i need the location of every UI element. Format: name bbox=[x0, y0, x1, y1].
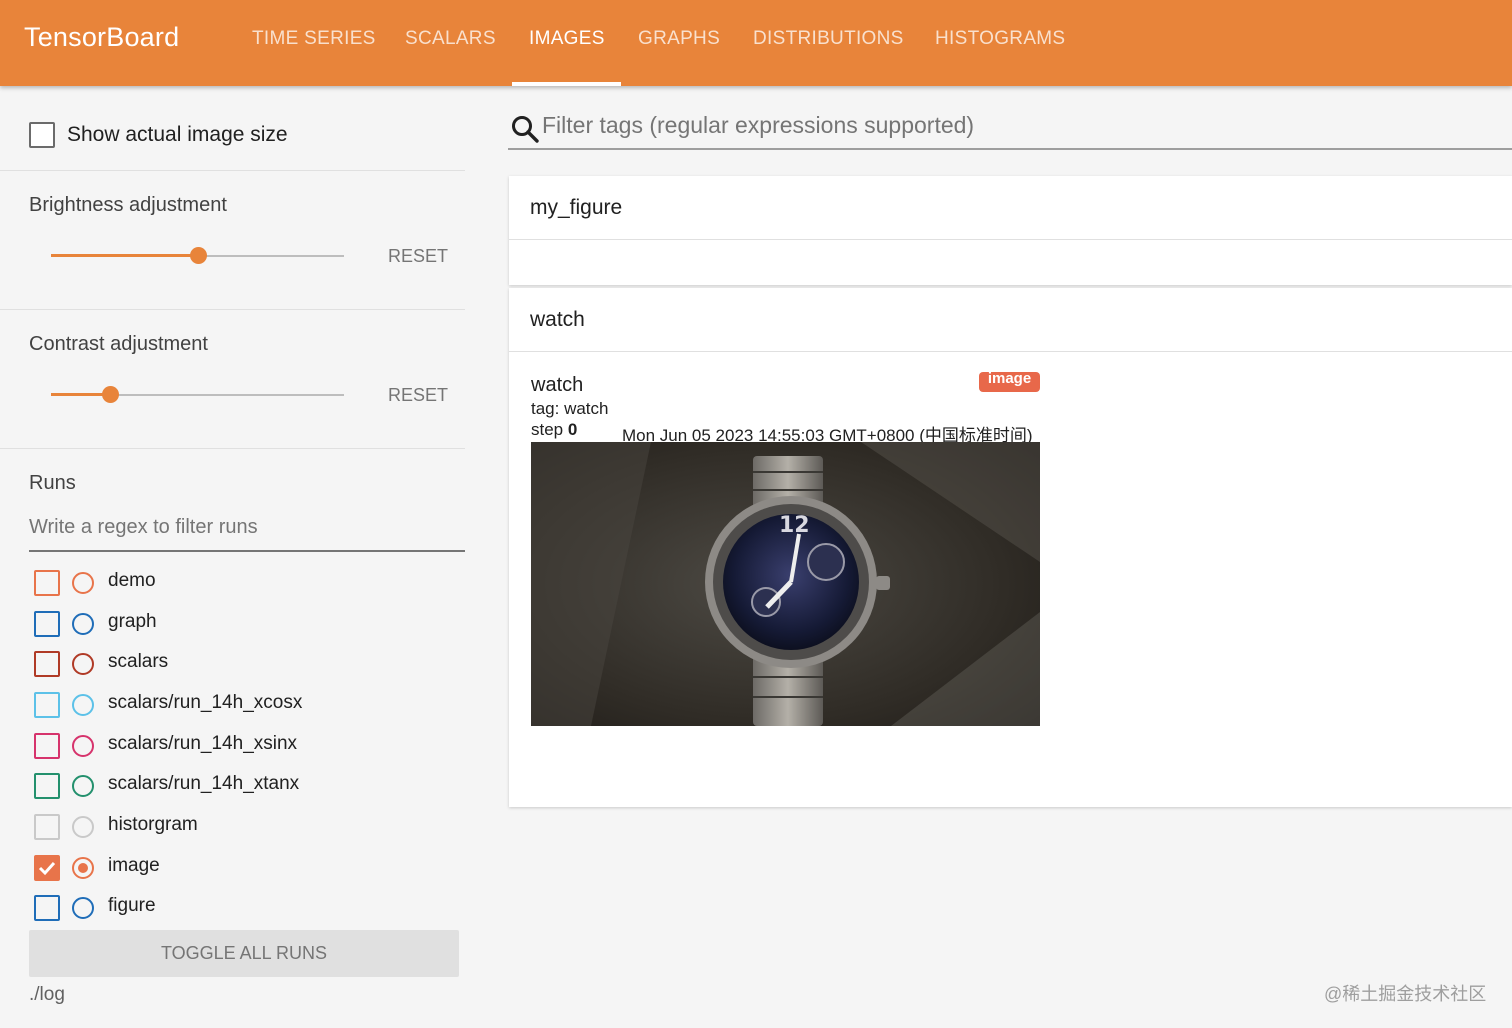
run-name: scalars/run_14h_xcosx bbox=[108, 692, 303, 713]
checkmark-icon bbox=[38, 861, 56, 876]
run-item-xcosx[interactable]: scalars/run_14h_xcosx bbox=[34, 690, 454, 720]
run-name: graph bbox=[108, 611, 157, 632]
svg-text:12: 12 bbox=[779, 513, 810, 538]
watch-image: 12 bbox=[531, 442, 1040, 726]
card-header[interactable]: my_figure bbox=[509, 176, 1512, 240]
run-item-figure[interactable]: figure bbox=[34, 893, 454, 923]
brightness-reset-button[interactable]: RESET bbox=[388, 246, 448, 267]
contrast-reset-button[interactable]: RESET bbox=[388, 385, 448, 406]
tab-time-series[interactable]: TIME SERIES bbox=[252, 0, 376, 86]
run-name: scalars bbox=[108, 651, 169, 672]
divider bbox=[0, 309, 465, 310]
run-color-circle-icon[interactable] bbox=[72, 816, 94, 838]
divider bbox=[0, 448, 465, 449]
search-icon bbox=[512, 116, 539, 143]
run-checkbox[interactable] bbox=[34, 733, 60, 759]
run-checkbox[interactable] bbox=[34, 895, 60, 921]
run-color-circle-icon[interactable] bbox=[72, 694, 94, 716]
contrast-title: Contrast adjustment bbox=[29, 333, 208, 355]
run-checkbox[interactable] bbox=[34, 692, 60, 718]
run-checkbox[interactable] bbox=[34, 611, 60, 637]
run-color-circle-icon[interactable] bbox=[72, 613, 94, 635]
run-color-circle-icon[interactable] bbox=[72, 653, 94, 675]
brightness-title: Brightness adjustment bbox=[29, 194, 227, 216]
runs-filter[interactable] bbox=[29, 516, 465, 552]
tab-scalars[interactable]: SCALARS bbox=[405, 0, 496, 86]
app-title[interactable]: TensorBoard bbox=[24, 22, 179, 53]
show-actual-size-checkbox[interactable] bbox=[29, 122, 55, 148]
run-checkbox[interactable] bbox=[34, 570, 60, 596]
run-item-xsinx[interactable]: scalars/run_14h_xsinx bbox=[34, 731, 454, 761]
image-title: watch bbox=[531, 374, 584, 396]
step-label: step bbox=[531, 420, 564, 439]
run-checkbox-checked[interactable] bbox=[34, 855, 60, 881]
tab-distributions[interactable]: DISTRIBUTIONS bbox=[753, 0, 904, 86]
run-checkbox[interactable] bbox=[34, 814, 60, 840]
watch-photo[interactable]: 12 bbox=[531, 442, 1040, 726]
card-header[interactable]: watch bbox=[509, 288, 1512, 352]
run-name: historgram bbox=[108, 814, 198, 835]
run-name: scalars/run_14h_xtanx bbox=[108, 773, 300, 794]
run-item-demo[interactable]: demo bbox=[34, 568, 454, 598]
watermark: @稀土掘金技术社区 bbox=[1324, 984, 1487, 1004]
divider bbox=[0, 170, 465, 171]
runs-filter-input[interactable] bbox=[29, 516, 465, 539]
image-step: step 0 bbox=[531, 420, 577, 440]
run-item-scalars[interactable]: scalars bbox=[34, 649, 454, 679]
show-actual-size-label[interactable]: Show actual image size bbox=[67, 123, 288, 147]
run-color-circle-icon[interactable] bbox=[72, 735, 94, 757]
log-directory: ./log bbox=[29, 984, 65, 1005]
run-checkbox[interactable] bbox=[34, 773, 60, 799]
run-item-graph[interactable]: graph bbox=[34, 609, 454, 639]
image-tag: tag: watch bbox=[531, 399, 609, 418]
toggle-all-runs-button[interactable]: TOGGLE ALL RUNS bbox=[29, 930, 459, 977]
run-name: scalars/run_14h_xsinx bbox=[108, 733, 298, 754]
run-name: figure bbox=[108, 895, 156, 916]
card-title: watch bbox=[530, 308, 585, 331]
image-panel: watch image tag: watch step 0 Mon Jun 05… bbox=[509, 352, 1512, 807]
tag-card-my-figure: my_figure bbox=[509, 176, 1512, 285]
step-value: 0 bbox=[567, 420, 578, 439]
run-item-image[interactable]: image bbox=[34, 853, 454, 883]
brightness-slider-thumb[interactable] bbox=[190, 247, 207, 264]
tab-graphs[interactable]: GRAPHS bbox=[638, 0, 720, 86]
run-name: image bbox=[108, 855, 160, 876]
run-name: demo bbox=[108, 570, 156, 591]
active-tab-indicator bbox=[512, 82, 621, 86]
run-color-circle-icon[interactable] bbox=[72, 775, 94, 797]
top-app-bar: TensorBoard TIME SERIES SCALARS IMAGES G… bbox=[0, 0, 1512, 86]
run-color-circle-icon[interactable] bbox=[72, 857, 94, 879]
run-chip: image bbox=[979, 372, 1040, 392]
contrast-slider-thumb[interactable] bbox=[102, 386, 119, 403]
tag-filter[interactable] bbox=[508, 108, 1512, 150]
run-item-historgram[interactable]: historgram bbox=[34, 812, 454, 842]
run-checkbox[interactable] bbox=[34, 651, 60, 677]
run-color-circle-icon[interactable] bbox=[72, 897, 94, 919]
tab-histograms[interactable]: HISTOGRAMS bbox=[935, 0, 1065, 86]
card-title: my_figure bbox=[530, 196, 623, 219]
radio-dot-icon bbox=[78, 863, 88, 873]
tab-images[interactable]: IMAGES bbox=[529, 0, 605, 86]
tag-filter-input[interactable] bbox=[542, 112, 1502, 139]
run-color-circle-icon[interactable] bbox=[72, 572, 94, 594]
brightness-slider-fill bbox=[51, 254, 198, 257]
run-item-xtanx[interactable]: scalars/run_14h_xtanx bbox=[34, 771, 454, 801]
tag-card-watch: watch watch image tag: watch step 0 Mon … bbox=[509, 288, 1512, 807]
runs-title: Runs bbox=[29, 472, 76, 494]
sidebar: Show actual image size Brightness adjust… bbox=[0, 86, 486, 1028]
